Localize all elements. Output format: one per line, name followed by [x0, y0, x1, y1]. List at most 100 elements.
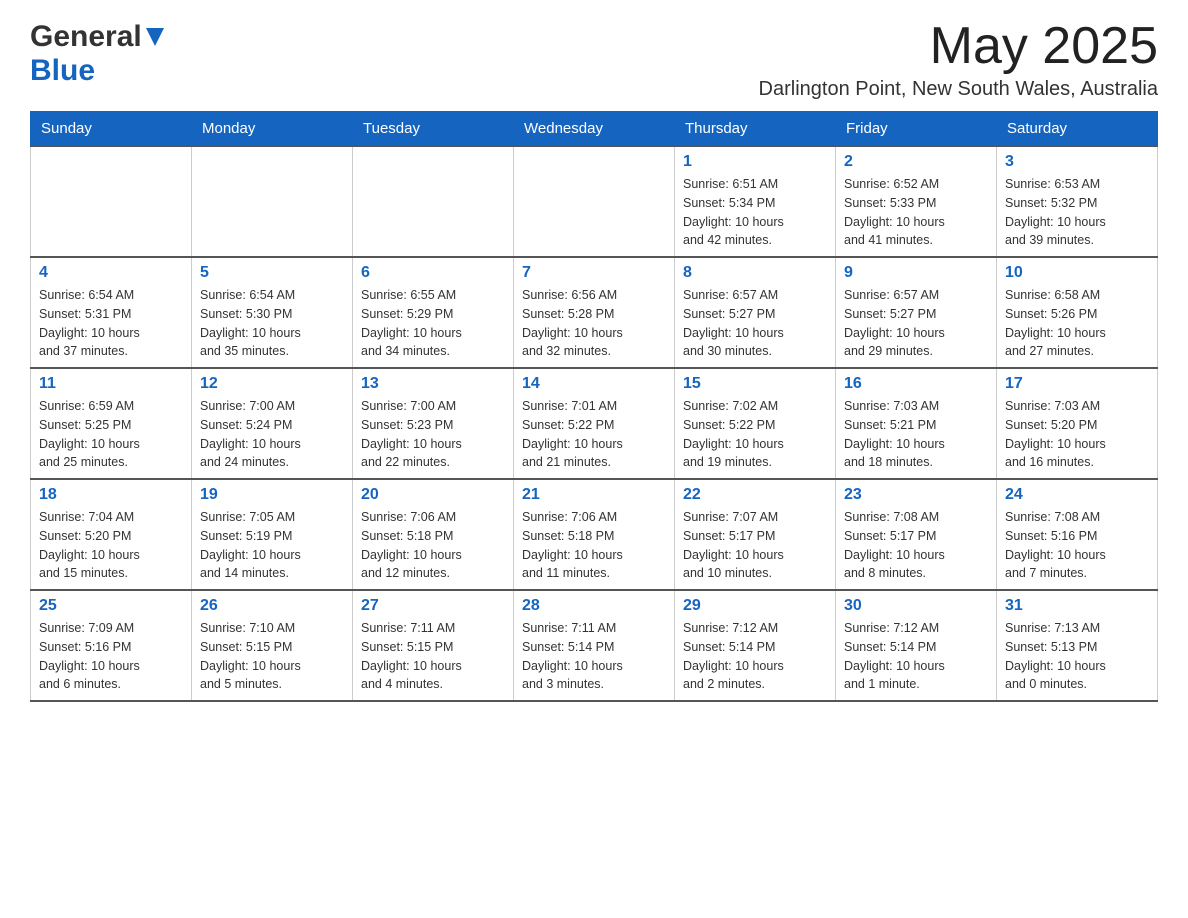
day-info: Sunrise: 7:04 AM Sunset: 5:20 PM Dayligh…: [39, 508, 183, 583]
day-info: Sunrise: 7:03 AM Sunset: 5:20 PM Dayligh…: [1005, 397, 1149, 472]
calendar-week-row: 4 Sunrise: 6:54 AM Sunset: 5:31 PM Daylig…: [31, 257, 1158, 368]
calendar-cell: [353, 146, 514, 257]
day-number: 17: [1005, 375, 1149, 393]
calendar-cell: 2 Sunrise: 6:52 AM Sunset: 5:33 PM Daylig…: [836, 146, 997, 257]
calendar-cell: 29 Sunrise: 7:12 AM Sunset: 5:14 PM Dayli…: [675, 590, 836, 701]
day-number: 2: [844, 153, 988, 171]
calendar-week-row: 18 Sunrise: 7:04 AM Sunset: 5:20 PM Dayli…: [31, 479, 1158, 590]
calendar-cell: 21 Sunrise: 7:06 AM Sunset: 5:18 PM Dayli…: [514, 479, 675, 590]
calendar-cell: 7 Sunrise: 6:56 AM Sunset: 5:28 PM Daylig…: [514, 257, 675, 368]
day-info: Sunrise: 7:00 AM Sunset: 5:23 PM Dayligh…: [361, 397, 505, 472]
calendar-week-row: 1Sunrise: 6:51 AM Sunset: 5:34 PM Daylig…: [31, 146, 1158, 257]
calendar-cell: [31, 146, 192, 257]
day-number: 4: [39, 264, 183, 282]
title-area: May 2025 Darlington Point, New South Wal…: [759, 20, 1158, 101]
day-info: Sunrise: 7:03 AM Sunset: 5:21 PM Dayligh…: [844, 397, 988, 472]
day-info: Sunrise: 7:13 AM Sunset: 5:13 PM Dayligh…: [1005, 619, 1149, 694]
calendar-cell: 8 Sunrise: 6:57 AM Sunset: 5:27 PM Daylig…: [675, 257, 836, 368]
logo-arrow-icon: [146, 28, 164, 53]
day-of-week-header: Sunday: [31, 112, 192, 147]
day-info: Sunrise: 6:56 AM Sunset: 5:28 PM Dayligh…: [522, 286, 666, 361]
day-of-week-header: Tuesday: [353, 112, 514, 147]
location-title: Darlington Point, New South Wales, Austr…: [759, 78, 1158, 101]
day-number: 26: [200, 597, 344, 615]
day-number: 14: [522, 375, 666, 393]
day-info: Sunrise: 7:11 AM Sunset: 5:14 PM Dayligh…: [522, 619, 666, 694]
day-info: Sunrise: 7:12 AM Sunset: 5:14 PM Dayligh…: [683, 619, 827, 694]
day-of-week-header: Thursday: [675, 112, 836, 147]
day-info: Sunrise: 6:53 AM Sunset: 5:32 PM Dayligh…: [1005, 175, 1149, 250]
calendar-cell: 12 Sunrise: 7:00 AM Sunset: 5:24 PM Dayli…: [192, 368, 353, 479]
day-number: 19: [200, 486, 344, 504]
day-info: Sunrise: 7:10 AM Sunset: 5:15 PM Dayligh…: [200, 619, 344, 694]
calendar-cell: 27Sunrise: 7:11 AM Sunset: 5:15 PM Dayli…: [353, 590, 514, 701]
calendar-cell: 18 Sunrise: 7:04 AM Sunset: 5:20 PM Dayli…: [31, 479, 192, 590]
day-number: 24: [1005, 486, 1149, 504]
day-of-week-header: Friday: [836, 112, 997, 147]
day-number: 12: [200, 375, 344, 393]
day-info: Sunrise: 6:57 AM Sunset: 5:27 PM Dayligh…: [844, 286, 988, 361]
calendar-week-row: 25 Sunrise: 7:09 AM Sunset: 5:16 PM Dayli…: [31, 590, 1158, 701]
month-title: May 2025: [759, 20, 1158, 72]
calendar-cell: 5Sunrise: 6:54 AM Sunset: 5:30 PM Daylig…: [192, 257, 353, 368]
day-info: Sunrise: 6:59 AM Sunset: 5:25 PM Dayligh…: [39, 397, 183, 472]
day-info: Sunrise: 7:08 AM Sunset: 5:17 PM Dayligh…: [844, 508, 988, 583]
calendar-cell: 26 Sunrise: 7:10 AM Sunset: 5:15 PM Dayli…: [192, 590, 353, 701]
calendar-cell: 17 Sunrise: 7:03 AM Sunset: 5:20 PM Dayli…: [997, 368, 1158, 479]
calendar-cell: 25 Sunrise: 7:09 AM Sunset: 5:16 PM Dayli…: [31, 590, 192, 701]
day-number: 30: [844, 597, 988, 615]
day-number: 21: [522, 486, 666, 504]
day-number: 27: [361, 597, 505, 615]
day-info: Sunrise: 7:09 AM Sunset: 5:16 PM Dayligh…: [39, 619, 183, 694]
calendar-cell: 22Sunrise: 7:07 AM Sunset: 5:17 PM Dayli…: [675, 479, 836, 590]
day-info: Sunrise: 6:52 AM Sunset: 5:33 PM Dayligh…: [844, 175, 988, 250]
day-number: 3: [1005, 153, 1149, 171]
day-number: 8: [683, 264, 827, 282]
day-info: Sunrise: 7:06 AM Sunset: 5:18 PM Dayligh…: [361, 508, 505, 583]
calendar-cell: 1Sunrise: 6:51 AM Sunset: 5:34 PM Daylig…: [675, 146, 836, 257]
page-header: General Blue May 2025 Darlington Point, …: [30, 20, 1158, 101]
day-of-week-header: Saturday: [997, 112, 1158, 147]
day-info: Sunrise: 6:57 AM Sunset: 5:27 PM Dayligh…: [683, 286, 827, 361]
day-info: Sunrise: 6:58 AM Sunset: 5:26 PM Dayligh…: [1005, 286, 1149, 361]
day-info: Sunrise: 7:02 AM Sunset: 5:22 PM Dayligh…: [683, 397, 827, 472]
day-number: 28: [522, 597, 666, 615]
logo-blue-text: Blue: [30, 54, 95, 87]
calendar-cell: 11 Sunrise: 6:59 AM Sunset: 5:25 PM Dayli…: [31, 368, 192, 479]
day-of-week-header: Wednesday: [514, 112, 675, 147]
day-info: Sunrise: 7:08 AM Sunset: 5:16 PM Dayligh…: [1005, 508, 1149, 583]
day-number: 15: [683, 375, 827, 393]
calendar-cell: [192, 146, 353, 257]
calendar-cell: 28 Sunrise: 7:11 AM Sunset: 5:14 PM Dayli…: [514, 590, 675, 701]
day-number: 13: [361, 375, 505, 393]
day-info: Sunrise: 7:05 AM Sunset: 5:19 PM Dayligh…: [200, 508, 344, 583]
day-info: Sunrise: 6:54 AM Sunset: 5:31 PM Dayligh…: [39, 286, 183, 361]
day-number: 23: [844, 486, 988, 504]
day-of-week-header: Monday: [192, 112, 353, 147]
calendar-cell: 6Sunrise: 6:55 AM Sunset: 5:29 PM Daylig…: [353, 257, 514, 368]
day-info: Sunrise: 7:07 AM Sunset: 5:17 PM Dayligh…: [683, 508, 827, 583]
day-number: 29: [683, 597, 827, 615]
logo-general-text: General: [30, 20, 142, 54]
day-info: Sunrise: 7:00 AM Sunset: 5:24 PM Dayligh…: [200, 397, 344, 472]
day-info: Sunrise: 6:51 AM Sunset: 5:34 PM Dayligh…: [683, 175, 827, 250]
day-info: Sunrise: 7:01 AM Sunset: 5:22 PM Dayligh…: [522, 397, 666, 472]
day-info: Sunrise: 7:06 AM Sunset: 5:18 PM Dayligh…: [522, 508, 666, 583]
calendar-cell: 9Sunrise: 6:57 AM Sunset: 5:27 PM Daylig…: [836, 257, 997, 368]
calendar-cell: 4 Sunrise: 6:54 AM Sunset: 5:31 PM Daylig…: [31, 257, 192, 368]
calendar-header-row: SundayMondayTuesdayWednesdayThursdayFrid…: [31, 112, 1158, 147]
day-number: 25: [39, 597, 183, 615]
day-info: Sunrise: 7:12 AM Sunset: 5:14 PM Dayligh…: [844, 619, 988, 694]
day-number: 7: [522, 264, 666, 282]
day-number: 16: [844, 375, 988, 393]
day-number: 11: [39, 375, 183, 393]
day-number: 18: [39, 486, 183, 504]
calendar-cell: 10 Sunrise: 6:58 AM Sunset: 5:26 PM Dayli…: [997, 257, 1158, 368]
day-number: 31: [1005, 597, 1149, 615]
day-number: 10: [1005, 264, 1149, 282]
calendar-week-row: 11 Sunrise: 6:59 AM Sunset: 5:25 PM Dayli…: [31, 368, 1158, 479]
day-info: Sunrise: 6:54 AM Sunset: 5:30 PM Dayligh…: [200, 286, 344, 361]
calendar-cell: 19 Sunrise: 7:05 AM Sunset: 5:19 PM Dayli…: [192, 479, 353, 590]
day-number: 6: [361, 264, 505, 282]
calendar-table: SundayMondayTuesdayWednesdayThursdayFrid…: [30, 111, 1158, 702]
